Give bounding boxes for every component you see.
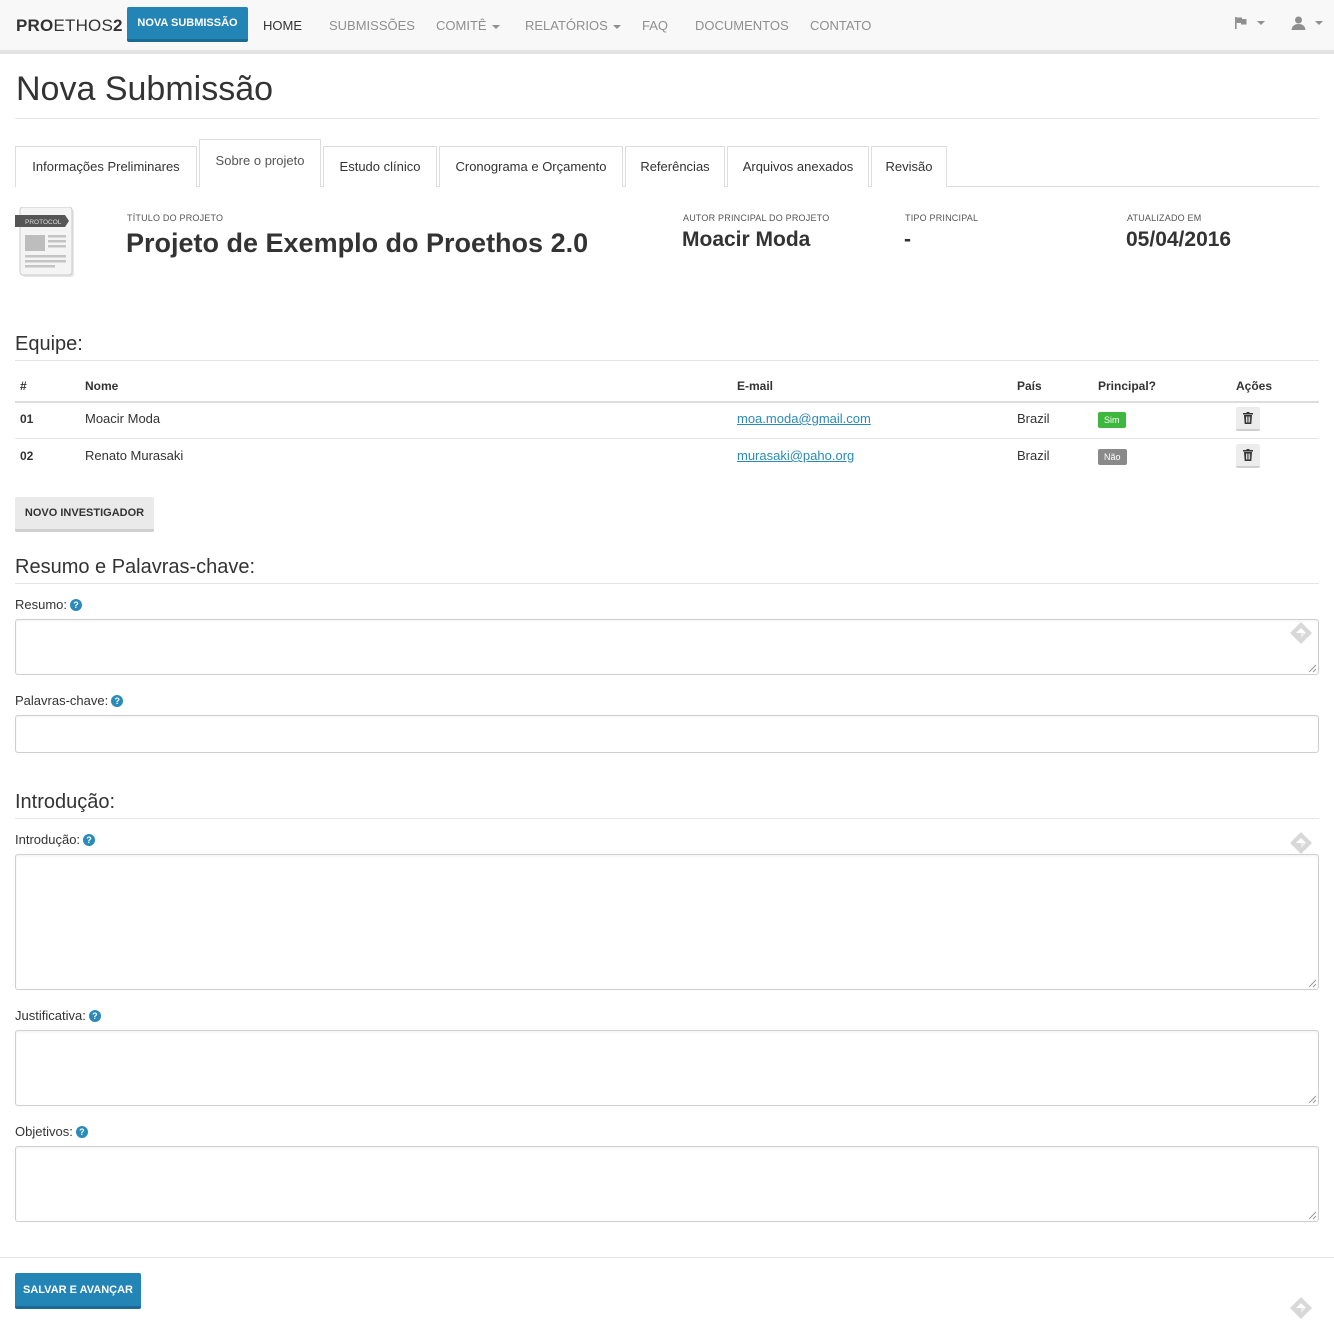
nav-submissions[interactable]: SUBMISSÕES	[329, 18, 415, 33]
summary-heading: Resumo e Palavras-chave:	[15, 556, 256, 578]
chevron-down-icon	[612, 24, 621, 29]
row-divider	[15, 438, 1319, 439]
updated-date: 05/04/2016	[1126, 228, 1232, 251]
title-divider	[15, 118, 1319, 119]
tab-arquivos-anexados[interactable]: Arquivos anexados	[727, 146, 869, 187]
nav-committee[interactable]: COMITÊ	[436, 18, 500, 33]
tab-revisao[interactable]: Revisão	[871, 146, 947, 187]
resize-grip-icon[interactable]	[1308, 979, 1317, 988]
new-submission-button[interactable]: NOVA SUBMISSÃO	[127, 7, 248, 42]
nav-reports[interactable]: RELATÓRIOS	[525, 18, 621, 33]
chevron-down-icon	[1314, 21, 1323, 25]
principal-badge: Não	[1098, 449, 1127, 465]
author-label: AUTOR PRINCIPAL DO PROJETO	[683, 213, 830, 223]
save-and-continue-button[interactable]: SALVAR E AVANÇAR	[15, 1273, 141, 1309]
row-number: 02	[20, 449, 34, 463]
introduction-label: Introdução:?	[15, 832, 96, 847]
trash-icon	[1243, 412, 1253, 424]
objectives-textarea[interactable]	[15, 1146, 1319, 1222]
project-title: Projeto de Exemplo do Proethos 2.0	[126, 228, 589, 258]
member-country: Brazil	[1017, 448, 1050, 463]
introduction-divider	[15, 818, 1319, 819]
member-name: Moacir Moda	[85, 411, 161, 426]
nav-documents[interactable]: DOCUMENTOS	[695, 18, 789, 33]
delete-member-button[interactable]	[1236, 444, 1260, 468]
abstract-textarea[interactable]	[15, 619, 1319, 675]
summary-divider	[15, 583, 1319, 584]
objectives-label: Objetivos:?	[15, 1124, 88, 1139]
member-email[interactable]: murasaki@paho.org	[737, 448, 854, 463]
member-name: Renato Murasaki	[85, 448, 184, 463]
nav-home[interactable]: HOME	[263, 18, 302, 33]
svg-text:PROTOCOL: PROTOCOL	[25, 219, 62, 226]
nav-contact[interactable]: CONTATO	[810, 18, 871, 33]
language-menu[interactable]	[1234, 16, 1265, 33]
grammar-assistant-icon[interactable]	[1289, 621, 1313, 645]
introduction-heading: Introdução:	[15, 791, 116, 813]
resize-grip-icon[interactable]	[1308, 1095, 1317, 1104]
member-country: Brazil	[1017, 411, 1050, 426]
chevron-down-icon	[491, 24, 500, 29]
footer-divider	[0, 1257, 1334, 1258]
column-header-name: Nome	[85, 379, 119, 393]
member-email[interactable]: moa.moda@gmail.com	[737, 411, 871, 426]
trash-icon	[1243, 449, 1253, 461]
keywords-input[interactable]	[15, 715, 1319, 753]
delete-member-button[interactable]	[1236, 407, 1260, 431]
team-heading: Equipe:	[15, 333, 83, 355]
flag-icon	[1235, 17, 1247, 29]
tab-estudo-clinico[interactable]: Estudo clínico	[323, 146, 437, 187]
table-header-divider	[15, 401, 1319, 403]
introduction-textarea[interactable]	[15, 854, 1319, 990]
type-value: -	[904, 228, 911, 251]
justification-textarea[interactable]	[15, 1030, 1319, 1106]
column-header-country: País	[1017, 379, 1042, 393]
type-label: TIPO PRINCIPAL	[905, 213, 979, 223]
resize-grip-icon[interactable]	[1308, 664, 1317, 673]
tab-informacoes-preliminares[interactable]: Informações Preliminares	[15, 146, 197, 187]
protocol-document-icon: PROTOCOL	[15, 207, 74, 277]
column-header-email: E-mail	[737, 379, 774, 393]
chevron-down-icon	[1256, 21, 1265, 25]
tab-cronograma-orcamento[interactable]: Cronograma e Orçamento	[439, 146, 623, 187]
keywords-label: Palavras-chave:?	[15, 693, 124, 708]
help-icon[interactable]: ?	[111, 695, 124, 707]
grammar-assistant-icon[interactable]	[1289, 1296, 1313, 1320]
nav-faq[interactable]: FAQ	[642, 18, 668, 33]
grammar-assistant-icon[interactable]	[1289, 831, 1313, 855]
updated-label: ATUALIZADO EM	[1127, 213, 1202, 223]
help-icon[interactable]: ?	[70, 599, 83, 611]
top-navbar: PROETHOS2 NOVA SUBMISSÃO HOME SUBMISSÕES…	[0, 0, 1334, 54]
page-title: Nova Submissão	[16, 70, 274, 108]
team-divider	[15, 360, 1319, 361]
project-title-label: TÍTULO DO PROJETO	[127, 213, 224, 223]
justification-label: Justificativa:?	[15, 1008, 101, 1023]
brand-logo[interactable]: PROETHOS2	[16, 16, 123, 36]
user-menu[interactable]	[1291, 16, 1323, 33]
abstract-label: Resumo:?	[15, 597, 83, 612]
column-header-actions: Ações	[1236, 379, 1273, 393]
tab-sobre-o-projeto[interactable]: Sobre o projeto	[199, 139, 321, 187]
help-icon[interactable]: ?	[83, 834, 96, 846]
principal-badge: Sim	[1098, 412, 1126, 428]
user-icon	[1291, 16, 1306, 30]
help-icon[interactable]: ?	[75, 1126, 88, 1138]
column-header-principal: Principal?	[1098, 379, 1157, 393]
tab-referencias[interactable]: Referências	[625, 146, 725, 187]
row-number: 01	[20, 412, 34, 426]
resize-grip-icon[interactable]	[1308, 1211, 1317, 1220]
column-header-num: #	[20, 379, 27, 393]
help-icon[interactable]: ?	[88, 1010, 101, 1022]
author-name: Moacir Moda	[682, 228, 811, 251]
new-investigator-button[interactable]: NOVO INVESTIGADOR	[15, 497, 154, 532]
